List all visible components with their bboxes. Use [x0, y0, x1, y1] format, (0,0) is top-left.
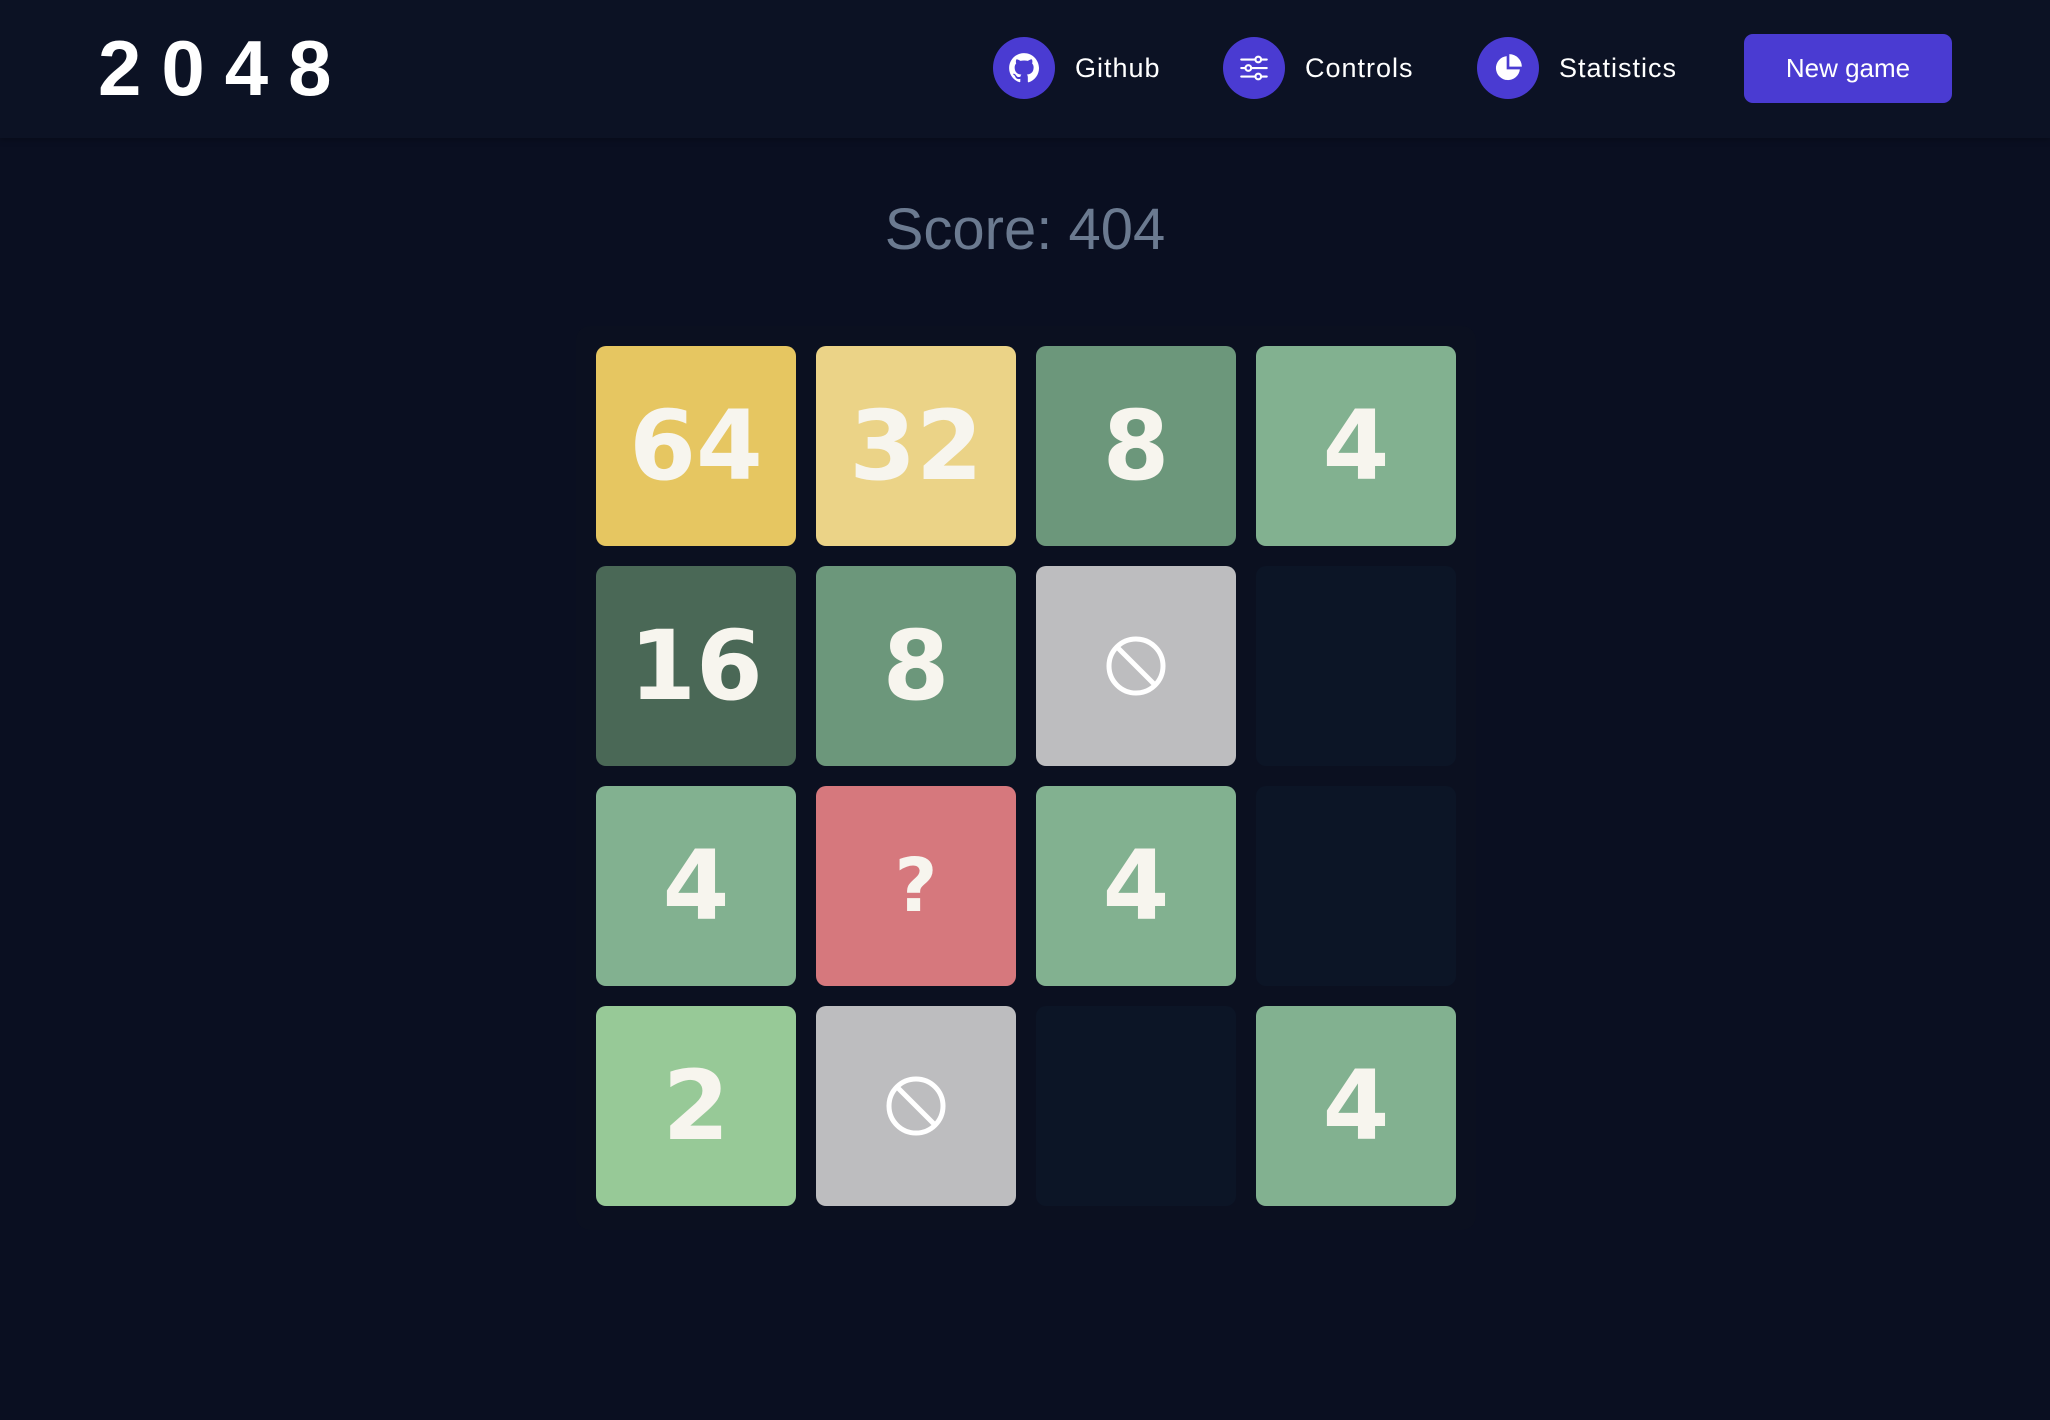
game-board[interactable]: 64 32 8 4 16 8 4? 4 2 4 [576, 326, 1476, 1230]
tile-value: 4 [1322, 390, 1390, 502]
tile-value: 16 [629, 610, 763, 722]
statistics-link[interactable]: Statistics [1477, 37, 1677, 99]
controls-label: Controls [1305, 52, 1414, 83]
tile-value: 4 [1322, 1050, 1390, 1162]
empty-cell [1036, 1006, 1236, 1206]
tile-4: 4 [1256, 346, 1456, 546]
header-bar: 2048 Github Controls Statistics New game [0, 0, 2050, 138]
tile-4: 4 [1036, 786, 1236, 986]
github-label: Github [1075, 52, 1161, 83]
tile-4: 4 [596, 786, 796, 986]
tile-value: 2 [662, 1050, 730, 1162]
sliders-icon [1223, 37, 1285, 99]
tile-4: 4 [1256, 1006, 1456, 1206]
tile-blocked [816, 1006, 1016, 1206]
game-logo: 2048 [98, 24, 352, 112]
tile-2: 2 [596, 1006, 796, 1206]
blocked-icon [1106, 636, 1166, 696]
controls-link[interactable]: Controls [1223, 37, 1414, 99]
empty-cell [1256, 786, 1456, 986]
tile-value: 4 [1102, 830, 1170, 942]
tile-mystery: ? [816, 786, 1016, 986]
tile-8: 8 [816, 566, 1016, 766]
tile-value: 32 [849, 390, 983, 502]
tile-blocked [1036, 566, 1236, 766]
new-game-button[interactable]: New game [1744, 34, 1952, 103]
statistics-label: Statistics [1559, 52, 1678, 83]
tile-value: 64 [629, 390, 763, 502]
tile-32: 32 [816, 346, 1016, 546]
empty-cell [1256, 566, 1456, 766]
question-mark-icon: ? [894, 843, 938, 929]
tile-8: 8 [1036, 346, 1236, 546]
tile-64: 64 [596, 346, 796, 546]
tile-16: 16 [596, 566, 796, 766]
tile-value: 4 [662, 830, 730, 942]
github-icon [993, 37, 1055, 99]
github-link[interactable]: Github [993, 37, 1161, 99]
pie-chart-icon [1477, 37, 1539, 99]
blocked-icon [886, 1076, 946, 1136]
tile-value: 8 [882, 610, 950, 722]
tile-value: 8 [1102, 390, 1170, 502]
score-display: Score: 404 [884, 197, 1166, 262]
